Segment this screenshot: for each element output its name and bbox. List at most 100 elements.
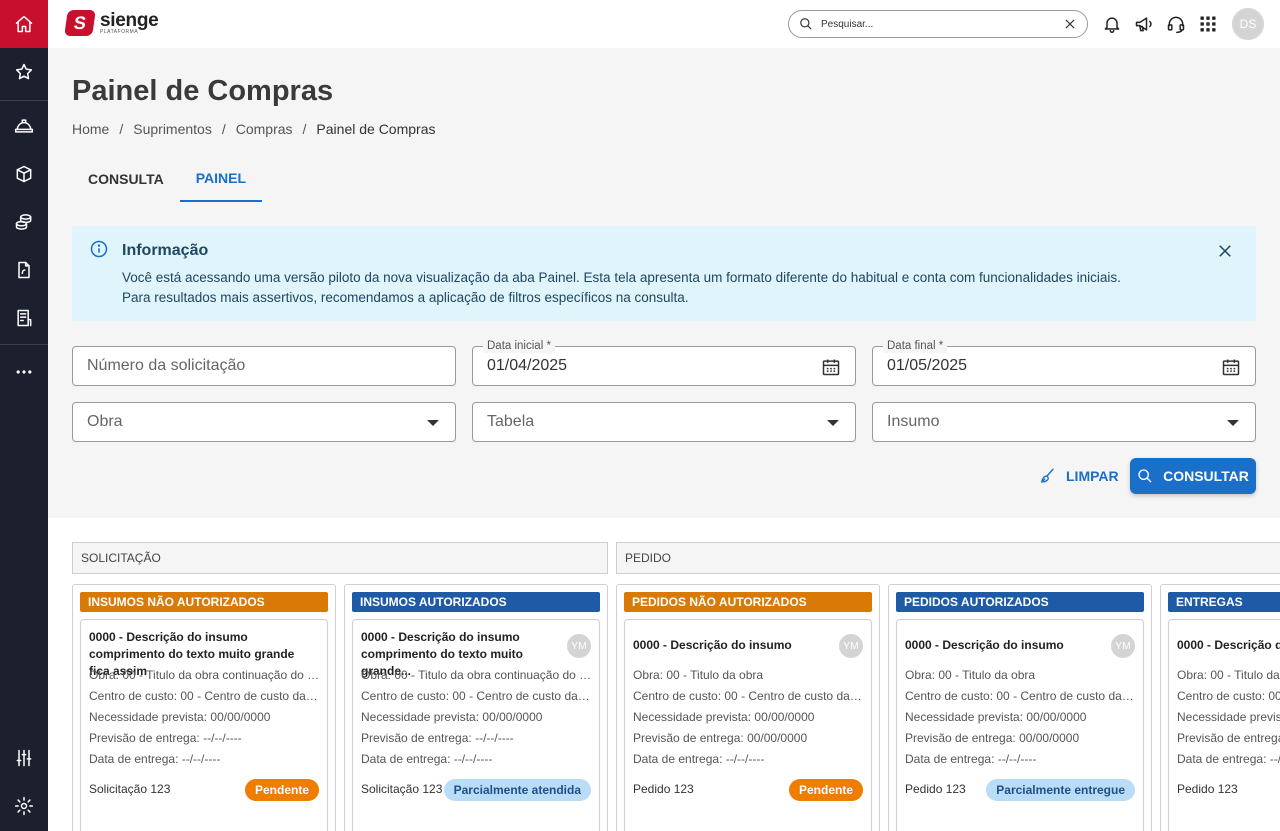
helmet-icon	[14, 119, 34, 133]
sidebar-home[interactable]	[0, 0, 48, 48]
group-solicitacao: SOLICITAÇÃO	[72, 542, 608, 574]
kanban-card[interactable]: 0000 - Descrição do insumo YM Obra: 00 -…	[896, 619, 1144, 831]
card-reference[interactable]: Solicitação 123	[361, 782, 442, 796]
kanban-card[interactable]: 0000 - Descrição do insumo YM Obra: 00 -…	[624, 619, 872, 831]
card-data-entrega: Data de entrega: --/--/----	[1177, 752, 1280, 766]
tab-consulta[interactable]: CONSULTA	[72, 156, 180, 202]
consultar-button-label: CONSULTAR	[1163, 468, 1249, 484]
sienge-logo[interactable]: S sienge PLATAFORMA	[64, 10, 159, 36]
breadcrumb: Home / Suprimentos / Compras / Painel de…	[72, 121, 445, 137]
data-inicial-field[interactable]: Data inicial * 01/04/2025	[472, 340, 856, 386]
clear-button[interactable]: LIMPAR	[1038, 466, 1119, 486]
global-search[interactable]	[788, 10, 1088, 38]
document-icon	[18, 261, 30, 279]
close-icon[interactable]	[1216, 242, 1234, 260]
data-final-label: Data final *	[883, 340, 948, 353]
data-final-field[interactable]: Data final * 01/05/2025	[872, 340, 1256, 386]
search-icon	[1138, 469, 1152, 483]
sidebar-documents[interactable]	[0, 246, 48, 294]
card-obra: Obra: 00 - Titulo da obra	[905, 668, 1036, 682]
column-header: ENTREGAS	[1168, 592, 1280, 612]
insumo-select[interactable]: Insumo	[872, 402, 1256, 442]
sidebar-invoices[interactable]	[0, 294, 48, 342]
breadcrumb-home[interactable]: Home	[72, 121, 109, 137]
card-previsao: Previsão de entrega: --/--/----	[89, 731, 242, 745]
support-button[interactable]	[1164, 12, 1188, 36]
info-banner: Informação Você está acessando uma versã…	[72, 226, 1256, 321]
card-avatar: YM	[1111, 634, 1135, 658]
logo-name: sienge	[100, 10, 159, 31]
sidebar-more[interactable]	[0, 348, 48, 396]
sidebar-finance[interactable]	[0, 198, 48, 246]
notifications-button[interactable]	[1100, 12, 1124, 36]
card-avatar: YM	[567, 634, 591, 658]
column-insumos-autorizados: INSUMOS AUTORIZADOS 0000 - Descrição do …	[344, 584, 608, 831]
obra-select[interactable]: Obra	[72, 402, 456, 442]
numero-solicitacao-field[interactable]: Número da solicitação	[72, 346, 456, 386]
sidebar-settings[interactable]	[0, 782, 48, 830]
card-previsao: Previsão de entrega: --/--/----	[361, 731, 514, 745]
more-icon	[16, 370, 32, 374]
sliders-icon	[16, 749, 32, 767]
calendar-icon[interactable]	[821, 357, 841, 377]
card-reference[interactable]: Pedido 123	[1177, 782, 1238, 796]
clear-button-label: LIMPAR	[1066, 468, 1119, 484]
column-entregas: ENTREGAS 0000 - Descrição do insumo Obra…	[1160, 584, 1280, 831]
card-centro-custo: Centro de custo: 00 - Centro de custo da…	[633, 689, 865, 703]
breadcrumb-separator: /	[221, 121, 226, 137]
calendar-icon[interactable]	[1221, 357, 1241, 377]
broom-icon	[1040, 468, 1054, 483]
breadcrumb-separator: /	[119, 121, 124, 137]
card-previsao: Previsão de entrega: 00/00/0000	[633, 731, 808, 745]
card-reference[interactable]: Solicitação 123	[89, 782, 170, 796]
bell-icon	[1104, 17, 1120, 34]
kanban-card[interactable]: 0000 - Descrição do insumo comprimento d…	[352, 619, 600, 831]
kanban-card[interactable]: 0000 - Descrição do insumo Obra: 00 - Ti…	[1168, 619, 1280, 831]
clear-icon[interactable]	[1063, 17, 1077, 31]
tabela-select[interactable]: Tabela	[472, 402, 856, 442]
card-obra: Obra: 00 - Titulo da obra continuação do…	[361, 668, 593, 682]
card-reference[interactable]: Pedido 123	[633, 782, 694, 796]
card-title: 0000 - Descrição do insumo	[905, 638, 1064, 652]
sidebar-favorites[interactable]	[0, 48, 48, 96]
data-inicial-label: Data inicial *	[483, 340, 555, 353]
card-data-entrega: Data de entrega: --/--/----	[633, 752, 765, 766]
card-obra: Obra: 00 - Titulo da obra continuação do…	[89, 668, 321, 682]
invoice-icon	[17, 309, 32, 327]
card-necessidade: Necessidade prevista: 00/00/0000	[633, 710, 815, 724]
card-centro-custo: Centro de custo: 00 - Centro de custo da…	[89, 689, 321, 703]
top-header: S sienge PLATAFORMA DS	[48, 0, 1280, 48]
sidebar-engineering[interactable]	[0, 102, 48, 150]
card-data-entrega: Data de entrega: --/--/----	[905, 752, 1037, 766]
card-reference[interactable]: Pedido 123	[905, 782, 966, 796]
tab-painel[interactable]: PAINEL	[179, 156, 263, 202]
breadcrumb-suprimentos[interactable]: Suprimentos	[133, 121, 212, 137]
card-necessidade: Necessidade prevista: 00/00/0000	[1177, 710, 1280, 724]
consultar-button[interactable]: CONSULTAR	[1130, 458, 1256, 494]
announcements-button[interactable]	[1132, 12, 1156, 36]
card-obra: Obra: 00 - Titulo da obra	[1177, 668, 1280, 682]
user-avatar[interactable]: DS	[1232, 8, 1264, 40]
sidebar-adjustments[interactable]	[0, 734, 48, 782]
info-line-2: Para resultados mais assertivos, recomen…	[122, 290, 689, 305]
apps-button[interactable]	[1196, 12, 1220, 36]
info-line-1: Você está acessando uma versão piloto da…	[122, 270, 1121, 285]
sidebar-supplies[interactable]	[0, 150, 48, 198]
sidebar-divider	[0, 100, 48, 101]
breadcrumb-current: Painel de Compras	[316, 121, 436, 137]
search-input[interactable]	[821, 18, 1063, 30]
search-icon	[800, 18, 812, 30]
kanban-card[interactable]: 0000 - Descrição do insumo comprimento d…	[80, 619, 328, 831]
status-badge: Parcialmente atendida	[443, 779, 591, 801]
card-necessidade: Necessidade prevista: 00/00/0000	[361, 710, 543, 724]
breadcrumb-compras[interactable]: Compras	[236, 121, 293, 137]
column-header: PEDIDOS AUTORIZADOS	[896, 592, 1144, 612]
card-avatar: YM	[839, 634, 863, 658]
group-pedido: PEDIDO	[616, 542, 1280, 574]
status-badge: Parcialmente entregue	[986, 779, 1135, 801]
info-message: Você está acessando uma versão piloto da…	[122, 268, 1222, 308]
data-inicial-value: 01/04/2025	[487, 357, 568, 374]
card-data-entrega: Data de entrega: --/--/----	[89, 752, 221, 766]
megaphone-icon	[1135, 17, 1152, 32]
obra-placeholder: Obra	[87, 413, 123, 430]
